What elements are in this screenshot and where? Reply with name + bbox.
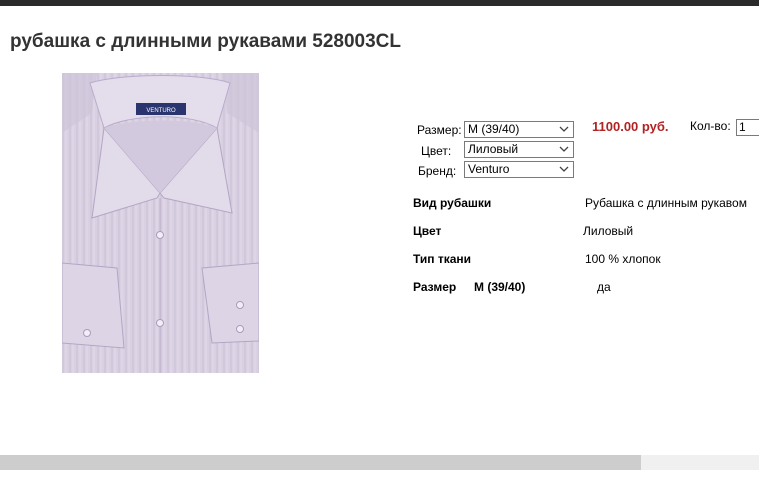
size-option-label: Размер: [417, 123, 462, 137]
spec-type-label: Вид рубашки [413, 196, 492, 210]
spec-size-label: Размер [413, 280, 457, 294]
product-title: рубашка с длинными рукавами 528003CL [10, 31, 402, 52]
spec-color-label: Цвет [413, 224, 442, 238]
spec-type-value: Рубашка с длинным рукавом [585, 196, 747, 210]
quantity-input[interactable]: 1 [736, 119, 759, 136]
spec-color-value: Лиловый [583, 224, 634, 238]
color-select-value: Лиловый [468, 142, 519, 156]
size-select-value: M (39/40) [468, 122, 520, 136]
size-select[interactable]: M (39/40) [464, 121, 574, 138]
brand-label: VENTURO [146, 108, 176, 114]
top-banner-strip [0, 0, 759, 6]
brand-option-label: Бренд: [418, 164, 457, 178]
shirt-illustration: VENTURO [62, 73, 259, 373]
chevron-down-icon [559, 166, 569, 172]
chevron-down-icon [559, 146, 569, 152]
spec-fabric-value: 100 % хлопок [585, 252, 661, 266]
product-image[interactable]: VENTURO [62, 73, 259, 373]
brand-select-value: Venturo [468, 162, 510, 176]
spec-size-option: M (39/40) [474, 280, 526, 294]
horizontal-scrollbar-thumb[interactable] [0, 455, 641, 470]
spec-size-value: да [597, 280, 611, 294]
chevron-down-icon [559, 126, 569, 132]
color-select[interactable]: Лиловый [464, 141, 574, 158]
spec-fabric-label: Тип ткани [413, 252, 472, 266]
brand-select[interactable]: Venturo [464, 161, 574, 178]
color-option-label: Цвет: [421, 144, 452, 158]
quantity-label: Кол-во: [690, 119, 731, 133]
product-price: 1100.00 руб. [592, 119, 669, 134]
